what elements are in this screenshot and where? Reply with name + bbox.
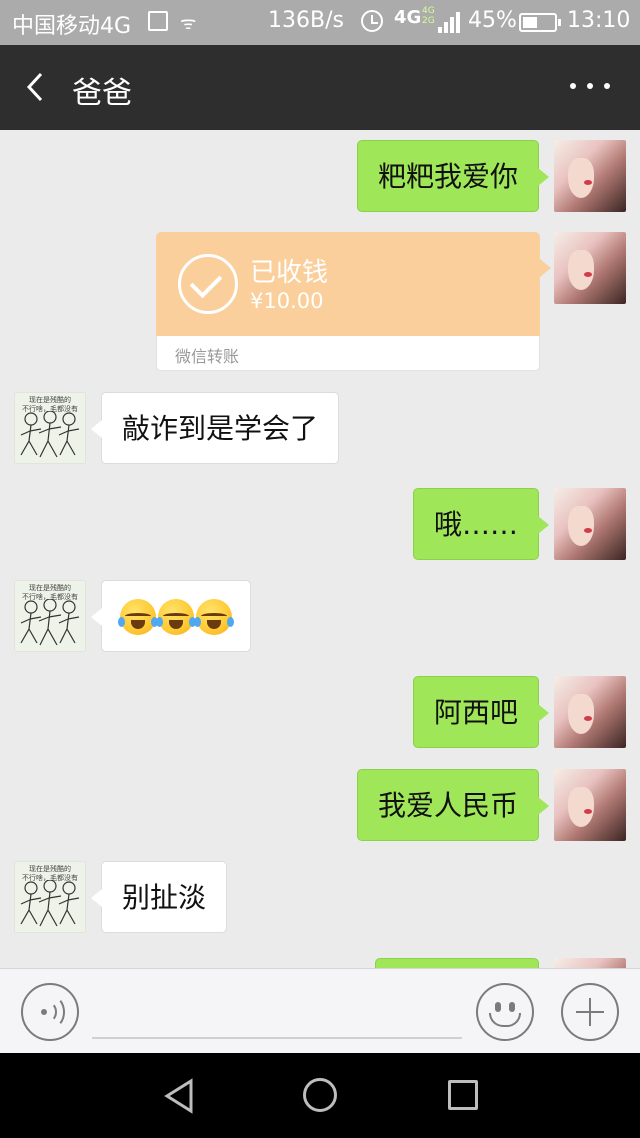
running-figures-icon bbox=[20, 411, 80, 458]
message-bubble[interactable]: 我爱人民币 bbox=[356, 769, 550, 841]
loudly-crying-face-icon bbox=[118, 599, 158, 635]
avatar[interactable] bbox=[554, 958, 626, 968]
transfer-label: 微信转账 bbox=[175, 347, 240, 366]
input-bar bbox=[0, 968, 640, 1053]
chevron-left-icon[interactable] bbox=[22, 71, 52, 103]
running-figures-icon bbox=[20, 599, 80, 646]
running-figures-icon bbox=[20, 880, 80, 927]
transfer-card-body: 已收钱 ¥10.00 bbox=[156, 232, 551, 336]
message-bubble[interactable]: 别扯淡 bbox=[90, 861, 228, 933]
message-list[interactable]: 粑粑我爱你 已收钱 ¥10.00 微信转账 现在是残酷的 不行啥，毛都没有 敲诈… bbox=[0, 130, 640, 968]
plus-icon[interactable] bbox=[561, 983, 619, 1041]
battery-percent: 45% bbox=[468, 8, 517, 33]
transfer-card[interactable]: 已收钱 ¥10.00 微信转账 bbox=[156, 232, 551, 371]
more-dots-icon[interactable] bbox=[570, 83, 610, 93]
system-nav-bar bbox=[0, 1053, 640, 1138]
network-speed: 136B/s bbox=[268, 8, 344, 33]
avatar[interactable] bbox=[554, 676, 626, 748]
chat-title: 爸爸 bbox=[72, 76, 132, 111]
network-type-secondary: 4G 2G bbox=[422, 6, 435, 26]
nav-recents-icon[interactable] bbox=[448, 1080, 478, 1110]
nav-back-icon[interactable] bbox=[163, 1078, 195, 1114]
message-bubble[interactable]: 阿西吧 bbox=[412, 676, 550, 748]
check-circle-icon bbox=[178, 254, 238, 314]
message-bubble[interactable]: 哦…… bbox=[412, 488, 550, 560]
voice-icon[interactable] bbox=[21, 983, 79, 1041]
message-bubble[interactable] bbox=[91, 580, 251, 653]
network-type: 4G bbox=[394, 7, 422, 28]
gallery-icon bbox=[148, 11, 168, 31]
clock: 13:10 bbox=[567, 8, 631, 33]
battery-icon bbox=[519, 13, 561, 32]
status-bar: 中国移动4G ᯤ 136B/s 4G 4G 2G 45% 13:10 bbox=[0, 0, 640, 45]
avatar[interactable]: 现在是残酷的 不行啥，毛都没有 bbox=[14, 861, 86, 933]
signal-icon bbox=[438, 11, 460, 33]
avatar[interactable] bbox=[554, 232, 626, 304]
carrier-label: 中国移动4G bbox=[12, 14, 132, 39]
message-bubble[interactable]: 粑粑我爱你 bbox=[356, 140, 550, 212]
wifi-icon: ᯤ bbox=[180, 13, 197, 34]
avatar[interactable] bbox=[554, 488, 626, 560]
loudly-crying-face-icon bbox=[194, 599, 234, 635]
transfer-status: 已收钱 bbox=[250, 258, 329, 288]
avatar[interactable]: 现在是残酷的 不行啥，毛都没有 bbox=[14, 392, 86, 464]
transfer-amount: ¥10.00 bbox=[250, 289, 324, 313]
transfer-card-footer: 微信转账 bbox=[156, 336, 540, 371]
chat-header: 爸爸 bbox=[0, 45, 640, 130]
avatar[interactable] bbox=[554, 769, 626, 841]
message-bubble[interactable]: 敲诈到是学会了 bbox=[90, 392, 340, 464]
avatar[interactable]: 现在是残酷的 不行啥，毛都没有 bbox=[14, 580, 86, 652]
emoji-row bbox=[118, 581, 234, 653]
avatar[interactable] bbox=[554, 140, 626, 212]
loudly-crying-face-icon bbox=[156, 599, 196, 635]
nav-home-icon[interactable] bbox=[303, 1078, 337, 1112]
message-bubble[interactable] bbox=[375, 958, 539, 968]
emoji-icon[interactable] bbox=[476, 983, 534, 1041]
message-input[interactable] bbox=[92, 1037, 462, 1039]
alarm-icon bbox=[361, 10, 383, 32]
